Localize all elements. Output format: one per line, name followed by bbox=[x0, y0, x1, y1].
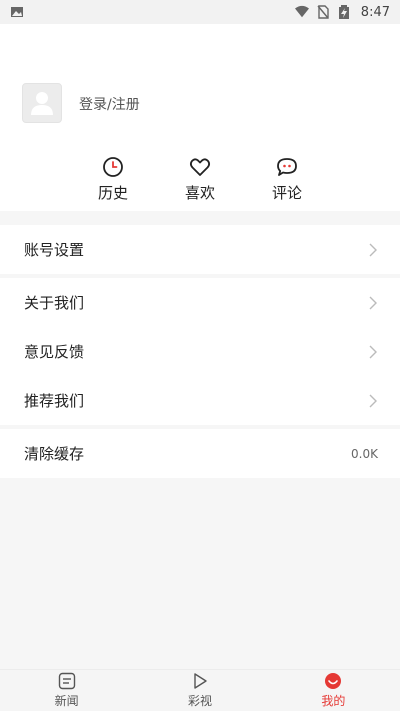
feedback-label: 意见反馈 bbox=[24, 343, 85, 361]
comments-button[interactable]: 评论 bbox=[257, 156, 317, 203]
history-button[interactable]: 历史 bbox=[83, 156, 143, 203]
image-notification-icon bbox=[10, 5, 24, 19]
play-icon bbox=[194, 673, 207, 689]
comments-label: 评论 bbox=[271, 184, 302, 202]
tab-mine[interactable]: 我的 bbox=[267, 670, 400, 711]
profile-face-icon bbox=[325, 673, 342, 689]
bottom-tab-bar: 新闻 彩视 我的 bbox=[0, 669, 400, 711]
login-register-link[interactable]: 登录/注册 bbox=[79, 94, 140, 114]
settings-group-info: 关于我们 意见反馈 推荐我们 bbox=[0, 278, 400, 425]
favorites-button[interactable]: 喜欢 bbox=[170, 156, 230, 203]
status-time: 8:47 bbox=[360, 4, 390, 20]
no-sim-icon bbox=[317, 5, 331, 19]
tab-mine-label: 我的 bbox=[321, 694, 346, 708]
settings-group-account: 账号设置 bbox=[0, 225, 400, 274]
tab-video[interactable]: 彩视 bbox=[133, 670, 266, 711]
chevron-right-icon bbox=[368, 394, 378, 408]
tab-news-label: 新闻 bbox=[54, 694, 79, 708]
wifi-icon bbox=[294, 5, 309, 19]
history-label: 历史 bbox=[97, 184, 128, 202]
about-us-label: 关于我们 bbox=[24, 294, 85, 312]
news-icon bbox=[58, 672, 75, 690]
favorites-label: 喜欢 bbox=[184, 184, 215, 202]
chevron-right-icon bbox=[368, 345, 378, 359]
avatar-placeholder-icon bbox=[31, 92, 53, 115]
about-us-row[interactable]: 关于我们 bbox=[0, 278, 400, 327]
recommend-us-row[interactable]: 推荐我们 bbox=[0, 376, 400, 425]
chevron-right-icon bbox=[368, 296, 378, 310]
clock-icon bbox=[103, 157, 123, 177]
profile-header: 登录/注册 历史 喜欢 评论 bbox=[0, 24, 400, 211]
tab-video-label: 彩视 bbox=[187, 694, 212, 708]
heart-icon bbox=[189, 158, 211, 176]
clear-cache-label: 清除缓存 bbox=[24, 445, 85, 463]
avatar[interactable] bbox=[22, 83, 62, 123]
cache-size-value: 0.0K bbox=[351, 446, 378, 461]
comment-icon bbox=[277, 158, 297, 176]
account-settings-row[interactable]: 账号设置 bbox=[0, 225, 400, 274]
status-bar: 8:47 bbox=[0, 0, 400, 24]
account-settings-label: 账号设置 bbox=[24, 241, 85, 259]
battery-charging-icon bbox=[338, 5, 353, 19]
feedback-row[interactable]: 意见反馈 bbox=[0, 327, 400, 376]
tab-news[interactable]: 新闻 bbox=[0, 670, 133, 711]
chevron-right-icon bbox=[368, 243, 378, 257]
recommend-us-label: 推荐我们 bbox=[24, 392, 85, 410]
settings-group-cache: 清除缓存 0.0K bbox=[0, 429, 400, 478]
clear-cache-row[interactable]: 清除缓存 0.0K bbox=[0, 429, 400, 478]
